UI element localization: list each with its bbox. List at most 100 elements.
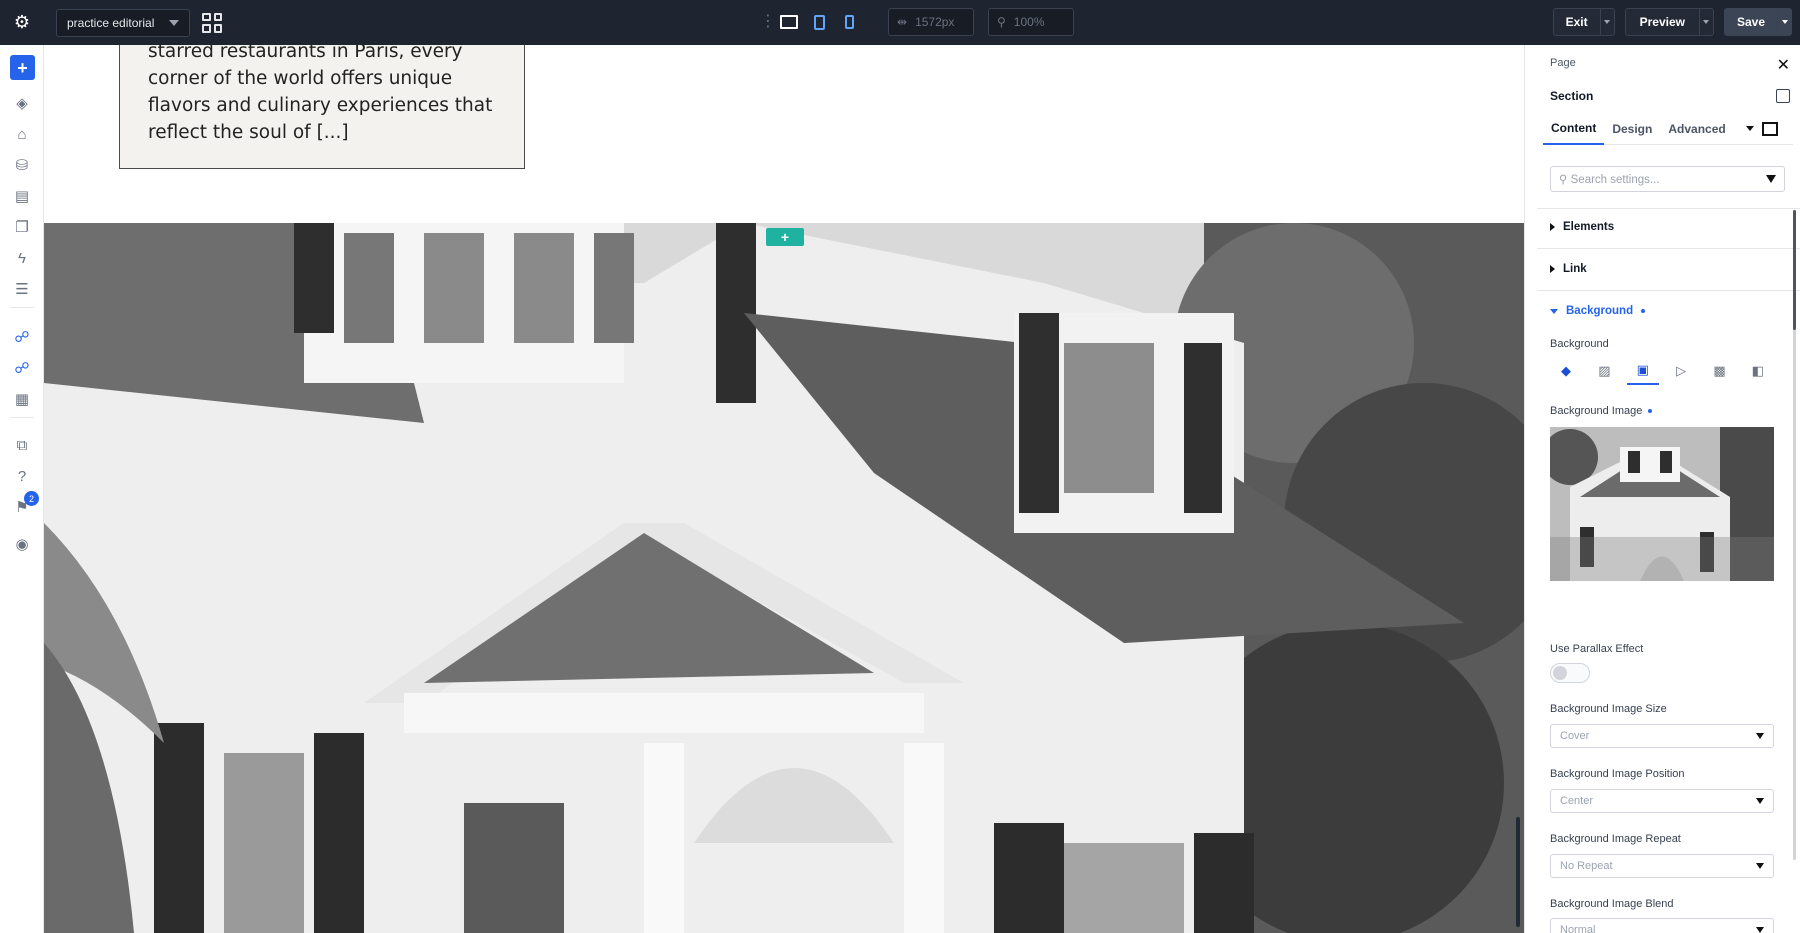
image-blend-select[interactable]: Normal (1550, 918, 1774, 933)
mask-icon[interactable]: ◧ (1742, 357, 1774, 385)
pattern-icon[interactable]: ▩ (1704, 357, 1736, 385)
theme-builder-icon[interactable]: ⌂ (12, 124, 32, 144)
image-size-value: Cover (1560, 730, 1590, 742)
rail-divider (10, 417, 34, 418)
image-repeat-label: Background Image Repeat (1550, 833, 1681, 845)
exit-dropdown-button[interactable] (1599, 9, 1614, 35)
panel-scrollbar[interactable] (1793, 210, 1796, 860)
filter-icon[interactable] (1766, 175, 1776, 183)
image-blend-value: Normal (1560, 924, 1596, 933)
video-icon[interactable]: ▷ (1665, 357, 1697, 385)
pointer-select-icon[interactable]: ☍ (12, 327, 32, 347)
modified-indicator (1641, 309, 1646, 313)
help-icon[interactable]: ? (12, 466, 32, 486)
save-button[interactable]: Save (1725, 9, 1777, 35)
background-image-label-text: Background Image (1550, 405, 1643, 417)
search-icon: ⚲ (1559, 174, 1571, 186)
parallax-toggle[interactable] (1550, 663, 1590, 683)
settings-panel: Page ✕ Section Content Design Advanced ⚲… (1524, 45, 1800, 933)
breadcrumb[interactable]: Page (1550, 57, 1576, 69)
close-icon[interactable]: ✕ (1777, 55, 1790, 75)
divider (1537, 208, 1800, 209)
image-size-label: Background Image Size (1550, 703, 1667, 715)
house-thumbnail-image (1550, 427, 1774, 581)
interactions-icon[interactable]: ϟ (12, 248, 32, 268)
image-repeat-select[interactable]: No Repeat (1550, 854, 1774, 878)
mode-toggle-icon[interactable]: ◉ (12, 534, 32, 554)
canvas-scrollbar[interactable] (1516, 817, 1520, 927)
paint-bucket-icon[interactable]: ◆ (1550, 357, 1582, 385)
image-blend-label: Background Image Blend (1550, 898, 1674, 910)
width-arrows-icon: ⇹ (897, 15, 908, 29)
layers-icon[interactable]: ◈ (12, 93, 32, 113)
forms-icon[interactable]: ▤ (12, 186, 32, 206)
template-select[interactable]: practice editorial (56, 8, 190, 37)
viewport-controls: ⋮ ⇹ 1572px ⚲ 100% (760, 8, 1074, 36)
template-select-value: practice editorial (67, 15, 155, 30)
save-button-group: Save (1723, 8, 1792, 36)
gradient-icon[interactable]: ▨ (1588, 357, 1620, 385)
add-section-button[interactable]: + (766, 228, 804, 246)
canvas-width-value: 1572px (915, 15, 955, 29)
divider (1537, 290, 1800, 291)
search-settings-input[interactable]: ⚲ Search settings... (1550, 166, 1785, 192)
chevron-down-icon (1703, 20, 1710, 24)
page-canvas[interactable]: starred restaurants in Paris, every corn… (44, 45, 1524, 933)
multi-select-icon[interactable]: ☍ (12, 358, 32, 378)
preview-dropdown-button[interactable] (1698, 9, 1713, 35)
image-repeat-value: No Repeat (1560, 860, 1613, 872)
phone-view-button[interactable] (838, 11, 860, 33)
tab-content[interactable]: Content (1543, 113, 1605, 145)
database-icon[interactable]: ⛁ (12, 155, 32, 175)
save-dropdown-button[interactable] (1777, 9, 1791, 35)
presets-icon[interactable]: ☰ (12, 279, 32, 299)
tab-advanced[interactable]: Advanced (1660, 113, 1733, 145)
portability-icon[interactable]: ⧉ (12, 435, 32, 455)
image-position-value: Center (1560, 795, 1594, 807)
image-icon[interactable]: ▣ (1626, 357, 1659, 385)
pages-icon[interactable]: ❐ (12, 217, 32, 237)
modified-indicator (1648, 409, 1653, 413)
image-size-select[interactable]: Cover (1550, 724, 1774, 748)
accordion-background-label: Background (1566, 305, 1634, 317)
expand-panel-icon[interactable] (1761, 121, 1778, 136)
panel-section-title: Section (1550, 89, 1594, 103)
panel-tabs: Content Design Advanced (1543, 113, 1793, 145)
accordion-elements-label: Elements (1563, 221, 1615, 233)
divider (1537, 248, 1800, 249)
chevron-down-icon (1756, 927, 1764, 933)
library-icon[interactable]: ▦ (12, 389, 32, 409)
panel-scrollbar-thumb[interactable] (1793, 210, 1796, 330)
chevron-down-icon (1756, 863, 1764, 869)
chevron-down-icon (1756, 733, 1764, 739)
accordion-elements[interactable]: Elements (1550, 221, 1614, 233)
settings-gear-icon[interactable]: ⚙ (0, 0, 44, 45)
zoom-field[interactable]: ⚲ 100% (988, 8, 1074, 36)
accordion-link[interactable]: Link (1550, 263, 1587, 275)
grid-layout-icon[interactable] (202, 12, 222, 33)
preview-button[interactable]: Preview (1626, 9, 1699, 35)
desktop-view-button[interactable] (778, 11, 800, 33)
chevron-down-icon (1604, 20, 1611, 24)
notification-count-badge: 2 (24, 491, 39, 506)
section-background-image[interactable] (44, 223, 1524, 933)
card-body-text: starred restaurants in Paris, every corn… (148, 45, 493, 143)
more-vertical-icon[interactable]: ⋮ (760, 14, 776, 30)
caret-right-icon (1550, 223, 1555, 231)
exit-button[interactable]: Exit (1554, 9, 1600, 35)
image-position-select[interactable]: Center (1550, 789, 1774, 813)
image-position-label: Background Image Position (1550, 768, 1685, 780)
zoom-icon: ⚲ (997, 15, 1006, 29)
canvas-width-field[interactable]: ⇹ 1572px (888, 8, 974, 36)
text-card[interactable]: starred restaurants in Paris, every corn… (119, 45, 525, 169)
house-photo (44, 223, 1524, 933)
background-image-thumbnail[interactable] (1550, 427, 1774, 581)
tab-design[interactable]: Design (1604, 113, 1660, 145)
tabs-dropdown-icon[interactable] (1745, 126, 1754, 131)
chevron-down-icon (169, 19, 179, 26)
add-element-button[interactable]: + (10, 55, 35, 80)
top-toolbar: ⚙ practice editorial ⋮ ⇹ 1572px ⚲ 100% E… (0, 0, 1800, 45)
section-settings-icon[interactable] (1776, 89, 1790, 103)
accordion-background[interactable]: Background (1550, 305, 1646, 317)
tablet-view-button[interactable] (808, 11, 830, 33)
